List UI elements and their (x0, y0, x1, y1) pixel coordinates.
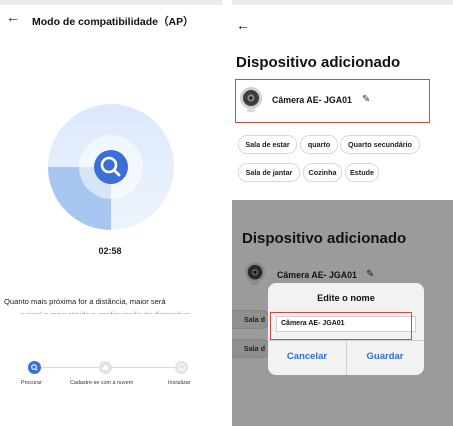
status-strip (0, 0, 222, 5)
countdown-timer: 02:58 (98, 246, 122, 256)
room-chip-quarto[interactable]: quarto (300, 135, 338, 154)
camera-device-icon (240, 87, 262, 112)
step-cloud-icon (99, 361, 112, 374)
search-icon (94, 150, 128, 184)
save-button[interactable]: Guardar (346, 344, 424, 370)
room-chip-quarto-secundario[interactable]: Quarto secundário (340, 135, 420, 154)
back-arrow-icon[interactable]: ← (236, 18, 250, 32)
step-procurar-magnifier-icon (28, 361, 41, 374)
room-chip-partial: Sala d (232, 310, 270, 329)
cancel-button[interactable]: Cancelar (268, 344, 346, 370)
edit-name-screen: Dispositivo adicionado Câmera AE- JGA01 … (232, 200, 453, 426)
distance-hint: Quanto mais próxima for a distância, mai… (4, 297, 166, 306)
step-label-inicializar: Inicializar (168, 380, 191, 386)
distance-hint-continued: o sinal e mais rápida a configuração do … (20, 309, 200, 314)
back-arrow-icon[interactable]: ← (6, 10, 20, 24)
step-label-cloud: Cadastre-se com a nuvem (70, 380, 134, 386)
device-name: Câmera AE- JGA01 (272, 95, 352, 105)
dialog-title: Edite o nome (317, 293, 375, 303)
room-chip-cozinha[interactable]: Cozinha (303, 163, 342, 182)
device-name: Câmera AE- JGA01 (277, 270, 357, 280)
room-chip-sala-de-jantar[interactable]: Sala de jantar (238, 163, 300, 182)
status-strip (232, 0, 453, 5)
page-title: Dispositivo adicionado (242, 230, 407, 247)
camera-device-icon (244, 262, 266, 285)
step-label-procurar: Procurar (21, 380, 42, 386)
step-smile-icon (175, 361, 188, 374)
edit-pencil-icon[interactable]: ✎ (362, 94, 370, 105)
device-added-screen: ← Dispositivo adicionado Câmera AE- JGA0… (232, 0, 453, 198)
scan-radar (48, 104, 174, 230)
page-title: Modo de compatibilidade（AP） (32, 16, 194, 28)
page-title: Dispositivo adicionado (236, 54, 401, 71)
room-chip-partial: Sala d (232, 339, 270, 358)
edit-pencil-icon[interactable]: ✎ (366, 269, 374, 280)
ap-mode-screen: ← Modo de compatibilidade（AP） 02:58 Quan… (0, 0, 222, 426)
room-chip-estude[interactable]: Estude (345, 163, 379, 182)
input-highlight (270, 312, 412, 340)
room-chip-sala-de-estar[interactable]: Sala de estar (238, 135, 297, 154)
